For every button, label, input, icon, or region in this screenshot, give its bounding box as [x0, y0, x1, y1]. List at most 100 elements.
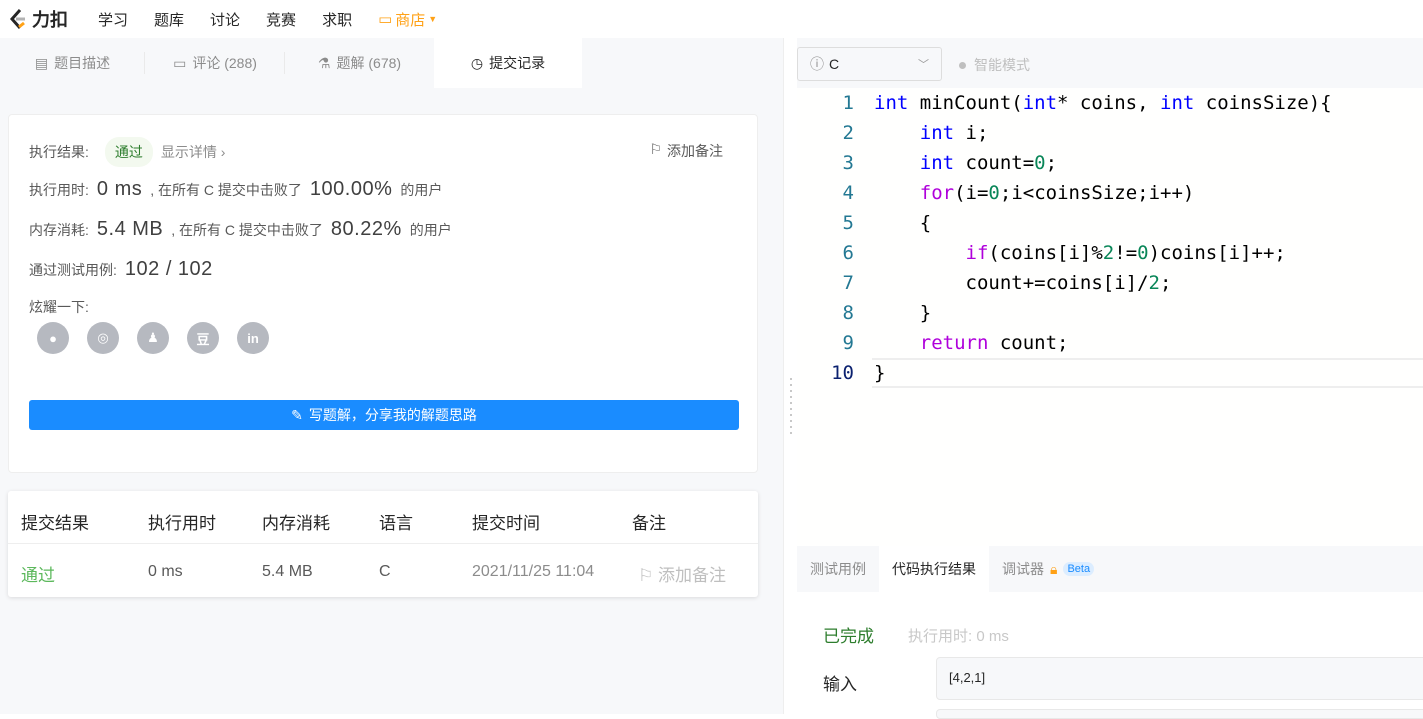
input-value[interactable]: [4,2,1]: [936, 657, 1423, 700]
tab-label: 题目描述: [54, 55, 111, 71]
shop-label: 商店: [395, 11, 426, 29]
tests-value: 102 / 102: [124, 258, 213, 280]
add-note-button[interactable]: ⚐ 添加备注: [649, 141, 723, 161]
smart-mode-toggle[interactable]: 智能模式: [959, 55, 1030, 75]
share-row: 炫耀一下:: [29, 297, 89, 317]
chevron-down-icon: ﹀: [918, 59, 929, 71]
col-header: 提交时间: [472, 514, 540, 533]
line-number: 9: [842, 332, 854, 354]
code-line: count+=coins[i]/2;: [874, 272, 1172, 294]
top-nav: 力扣 学习 题库 讨论 竞赛 求职 ▭ 商店 ▼: [0, 0, 1423, 38]
show-details-link[interactable]: 显示详情 ›: [161, 142, 226, 162]
line-number: 3: [842, 152, 854, 174]
flask-icon: ⚗: [317, 54, 331, 71]
memory-percent: 80.22%: [330, 218, 402, 240]
flag-icon: ⚐: [649, 141, 662, 157]
write-solution-label: 写题解，分享我的解题思路: [308, 407, 477, 423]
code-line: return count;: [919, 332, 1069, 354]
nav-jobs[interactable]: 求职: [322, 9, 352, 30]
col-header: 提交结果: [21, 514, 89, 533]
input-label: 输入: [823, 675, 857, 694]
runtime-users: 的用户: [400, 182, 443, 198]
col-header: 备注: [632, 514, 666, 533]
nav-problems[interactable]: 题库: [154, 9, 184, 30]
info-icon: ⓘ: [810, 56, 824, 72]
clock-icon: ◷: [470, 54, 484, 71]
memory-users: 的用户: [409, 222, 452, 238]
language-value: C: [829, 56, 840, 72]
panel-resize-handle[interactable]: [783, 38, 797, 714]
tab-solutions[interactable]: ⚗ 题解 (678): [285, 38, 434, 88]
line-number: 4: [842, 182, 854, 204]
tab-label: 题解 (678): [336, 55, 402, 71]
line-number: 1: [842, 92, 854, 114]
weibo-icon[interactable]: ◎: [87, 322, 119, 354]
tests-row: 通过测试用例: 102 / 102: [29, 258, 213, 281]
code-line: {: [874, 212, 932, 234]
tab-testcase[interactable]: 测试用例: [797, 546, 879, 592]
add-note-label: 添加备注: [667, 143, 723, 159]
code-line: }: [874, 302, 932, 324]
language-select[interactable]: ⓘ C ﹀: [797, 47, 942, 81]
result-label: 执行结果:: [29, 144, 89, 160]
submissions-table: 提交结果 执行用时 内存消耗 语言 提交时间 备注 通过 0 ms 5.4 MB…: [8, 491, 758, 597]
tab-label: 调试器: [1002, 561, 1044, 577]
runtime-desc: , 在所有 C 提交中击败了: [150, 182, 302, 198]
code-editor[interactable]: 1 2 3 4 5 6 7 8 9 10 int minCount(int* c…: [797, 88, 1423, 546]
code-line: }: [874, 362, 886, 384]
col-header: 执行用时: [148, 514, 216, 533]
code-line: int minCount(int* coins, int coinsSize){: [874, 92, 1332, 114]
code-line: int i;: [919, 122, 989, 144]
line-number: 8: [842, 302, 854, 324]
line-number: 10: [831, 362, 854, 384]
lock-icon: 🔒︎: [1050, 560, 1058, 577]
col-header: 语言: [379, 514, 413, 533]
memory-label: 内存消耗:: [29, 222, 89, 238]
tab-debugger[interactable]: 调试器 🔒︎ Beta: [989, 546, 1107, 592]
cell-time-submitted: 2021/11/25 11:04: [472, 563, 595, 580]
status-link[interactable]: 通过: [21, 561, 55, 586]
nav-contest[interactable]: 竞赛: [266, 9, 296, 30]
logo[interactable]: 力扣: [8, 6, 68, 32]
cell-language: C: [379, 563, 391, 580]
dot-icon: [959, 61, 966, 69]
tests-label: 通过测试用例:: [29, 262, 117, 278]
line-number: 6: [842, 242, 854, 264]
note-label: 添加备注: [657, 566, 726, 585]
left-tabs: ▤ 题目描述 ▭ 评论 (288) ⚗ 题解 (678) ◷ 提交记录: [0, 38, 783, 88]
nav-learn[interactable]: 学习: [98, 9, 128, 30]
editor-toolbar: ⓘ C ﹀ 智能模式: [797, 38, 1423, 88]
cell-memory: 5.4 MB: [262, 563, 313, 580]
tab-run-result[interactable]: 代码执行结果: [879, 546, 989, 592]
tab-comments[interactable]: ▭ 评论 (288): [145, 38, 285, 88]
write-solution-button[interactable]: ✎ 写题解，分享我的解题思路: [29, 400, 739, 430]
runtime-value: 0 ms: [96, 178, 143, 200]
logo-text: 力扣: [32, 10, 68, 30]
nav-discuss[interactable]: 讨论: [210, 9, 240, 30]
exec-time: 执行用时: 0 ms: [908, 628, 1009, 645]
input-text: [4,2,1]: [949, 670, 986, 685]
beta-badge: Beta: [1063, 562, 1095, 576]
tab-submissions[interactable]: ◷ 提交记录: [434, 38, 582, 88]
runtime-label: 执行用时:: [29, 182, 89, 198]
shop-icon: ▭: [378, 11, 393, 28]
tab-description[interactable]: ▤ 题目描述: [0, 38, 145, 88]
flag-icon: ⚐: [638, 566, 658, 585]
linkedin-icon[interactable]: in: [237, 322, 269, 354]
code-line: int count=0;: [919, 152, 1058, 174]
memory-value: 5.4 MB: [96, 218, 164, 240]
status-badge: 通过: [104, 137, 153, 167]
runtime-percent: 100.00%: [309, 178, 393, 200]
qq-icon[interactable]: ♟: [137, 322, 169, 354]
tab-label: 评论 (288): [192, 55, 257, 71]
row-add-note-button[interactable]: ⚐ 添加备注: [638, 561, 726, 586]
memory-row: 内存消耗: 5.4 MB , 在所有 C 提交中击败了 80.22% 的用户: [29, 218, 452, 241]
nav-shop[interactable]: ▭ 商店 ▼: [378, 9, 437, 30]
line-number: 2: [842, 122, 854, 144]
wechat-icon[interactable]: ●: [37, 322, 69, 354]
line-number: 5: [842, 212, 854, 234]
code-line: if(coins[i]%2!=0)coins[i]++;: [965, 242, 1286, 264]
douban-icon[interactable]: 豆: [187, 322, 219, 354]
line-number: 7: [842, 272, 854, 294]
tab-label: 测试用例: [810, 561, 866, 577]
